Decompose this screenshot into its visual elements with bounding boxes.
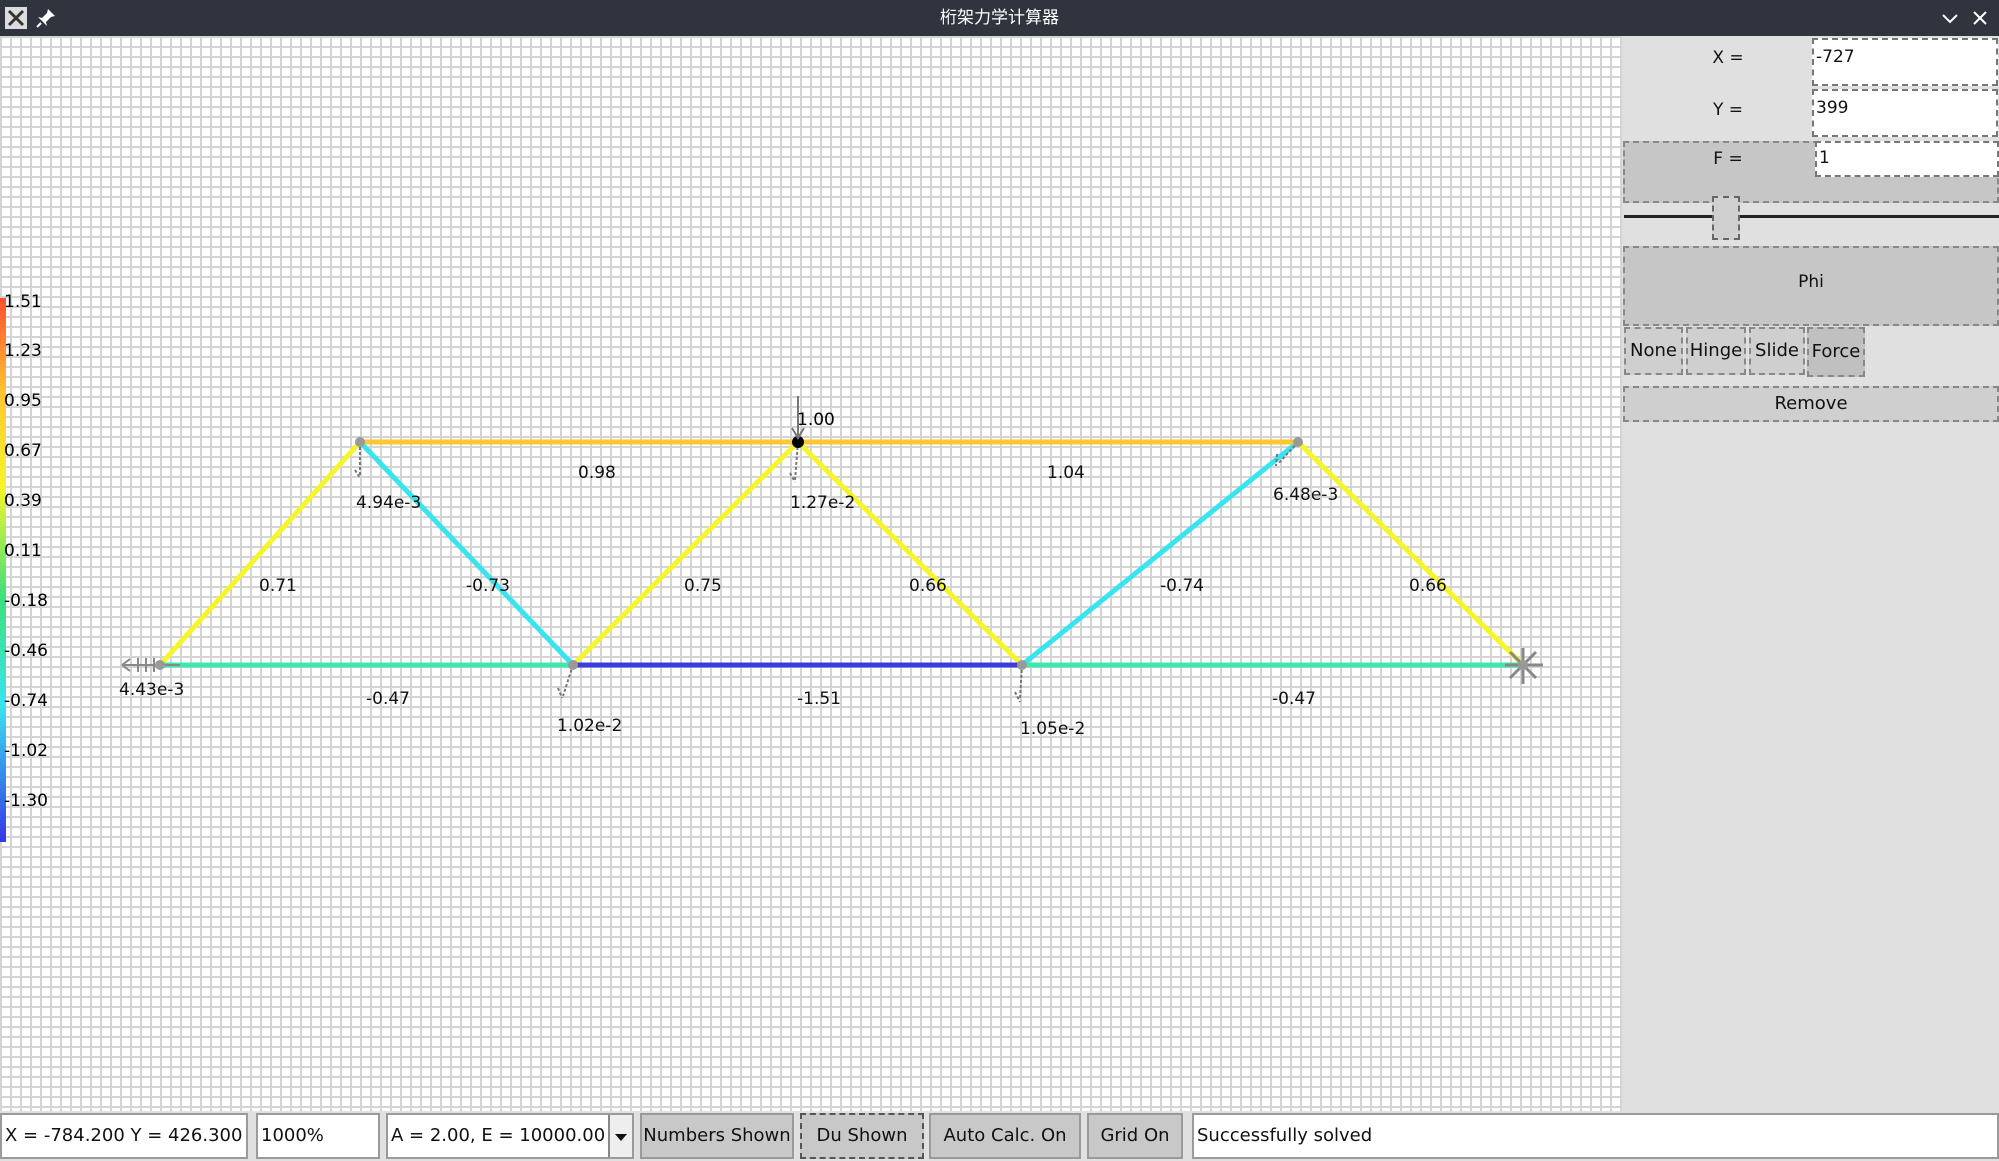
scale-label: 0.67 <box>4 441 42 461</box>
dropdown-arrow-icon[interactable] <box>608 1115 632 1157</box>
remove-button[interactable]: Remove <box>1623 386 1999 422</box>
status-bar: X = -784.200 Y = 426.300 1000% A = 2.00,… <box>0 1111 1999 1161</box>
node-displacement-label: 1.27e-2 <box>790 493 855 513</box>
auto-calc-toggle[interactable]: Auto Calc. On <box>929 1113 1081 1159</box>
truss-member[interactable] <box>795 439 1025 668</box>
cursor-coordinates: X = -784.200 Y = 426.300 <box>0 1113 248 1159</box>
truss-members[interactable] <box>157 439 1526 668</box>
scale-label: -0.18 <box>4 591 48 611</box>
phi-label: Phi <box>1798 272 1824 292</box>
title-bar: 桁架力学计算器 <box>0 0 1999 36</box>
x-input[interactable]: -727 <box>1812 38 1998 86</box>
member-force-label: 0.66 <box>1409 576 1447 596</box>
member-force-label: -1.51 <box>797 689 841 709</box>
material-select[interactable]: A = 2.00, E = 10000.00 <box>386 1113 634 1159</box>
truss-node[interactable] <box>155 660 165 670</box>
member-force-label: 0.66 <box>909 576 947 596</box>
member-force-label: 0.75 <box>684 576 722 596</box>
node-displacement-label: 1.02e-2 <box>557 716 622 736</box>
member-force-label: -0.73 <box>466 576 510 596</box>
support-hinge-button[interactable]: Hinge <box>1686 327 1746 375</box>
truss-node[interactable] <box>355 437 365 447</box>
slider-track <box>1624 215 1999 218</box>
properties-panel: X = -727 Y = 399 F = 1 Phi None Hinge Sl… <box>1622 36 1999 1111</box>
scale-label: 1.23 <box>4 341 42 361</box>
chevron-down-icon[interactable] <box>1938 6 1962 30</box>
truss-member[interactable] <box>157 439 363 668</box>
close-icon[interactable] <box>1968 6 1992 30</box>
node-displacement-label: 4.94e-3 <box>356 493 421 513</box>
window-title: 桁架力学计算器 <box>940 8 1059 28</box>
truss-drawing[interactable]: 1.51 1.23 0.95 0.67 0.39 0.11 -0.18 -0.4… <box>0 36 1622 1111</box>
applied-force-label: 1.00 <box>797 410 835 430</box>
status-message: Successfully solved <box>1192 1113 1999 1159</box>
scale-label: -1.30 <box>4 791 48 811</box>
truss-node[interactable] <box>1017 660 1027 670</box>
truss-node[interactable] <box>1518 660 1528 670</box>
node-displacement-label: 6.48e-3 <box>1273 485 1338 505</box>
support-none-button[interactable]: None <box>1624 327 1683 375</box>
node-displacement-label: 1.05e-2 <box>1020 719 1085 739</box>
truss-nodes[interactable] <box>155 436 1528 670</box>
node-displacement-label: 4.43e-3 <box>119 680 184 700</box>
truss-member[interactable] <box>357 439 576 668</box>
scale-label: -0.74 <box>4 691 48 711</box>
scale-label: -1.02 <box>4 741 48 761</box>
scale-label: -0.46 <box>4 641 48 661</box>
y-input[interactable]: 399 <box>1812 89 1998 137</box>
displacement-labels: 4.43e-3 4.94e-3 1.27e-2 6.48e-3 1.02e-2 … <box>119 485 1338 739</box>
scale-label: 1.51 <box>4 292 42 312</box>
zoom-field[interactable]: 1000% <box>256 1113 380 1159</box>
truss-canvas[interactable]: 1.51 1.23 0.95 0.67 0.39 0.11 -0.18 -0.4… <box>0 36 1622 1111</box>
material-select-value: A = 2.00, E = 10000.00 <box>391 1125 606 1146</box>
member-force-label: -0.47 <box>1272 689 1316 709</box>
left-support-icon <box>121 658 180 672</box>
support-force-button[interactable]: Force <box>1807 327 1865 377</box>
member-force-label: 1.04 <box>1047 463 1085 483</box>
color-scale: 1.51 1.23 0.95 0.67 0.39 0.11 -0.18 -0.4… <box>0 292 48 842</box>
member-force-label: -0.74 <box>1160 576 1204 596</box>
x-label: X = <box>1712 48 1744 68</box>
f-label: F = <box>1713 149 1743 169</box>
scale-label: 0.39 <box>4 491 42 511</box>
support-slide-button[interactable]: Slide <box>1749 327 1805 375</box>
y-label: Y = <box>1712 100 1744 120</box>
numbers-shown-toggle[interactable]: Numbers Shown <box>640 1113 794 1159</box>
scale-label: 0.95 <box>4 391 42 411</box>
truss-node[interactable] <box>568 660 578 670</box>
f-input[interactable]: 1 <box>1815 141 1999 177</box>
truss-member[interactable] <box>1295 439 1526 668</box>
member-force-label: -0.47 <box>366 689 410 709</box>
slider-handle[interactable] <box>1712 196 1740 240</box>
scale-label: 0.11 <box>4 541 42 561</box>
force-slider[interactable] <box>1624 196 1999 240</box>
grid-toggle[interactable]: Grid On <box>1087 1113 1183 1159</box>
du-shown-toggle[interactable]: Du Shown <box>800 1113 924 1159</box>
member-force-label: 0.98 <box>578 463 616 483</box>
truss-node[interactable] <box>1293 437 1303 447</box>
member-force-label: 0.71 <box>259 576 297 596</box>
